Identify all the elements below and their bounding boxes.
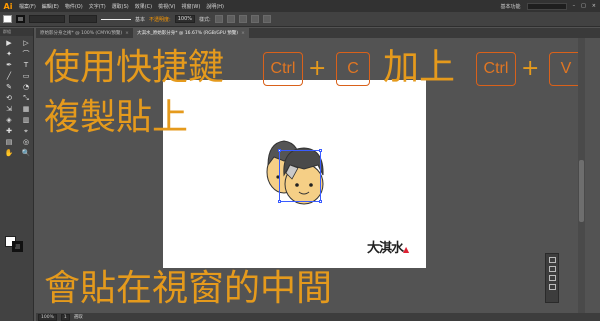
lasso-tool-icon[interactable]: ⌒ — [18, 49, 34, 59]
app-logo: Ai — [3, 1, 13, 11]
watermark-text: 大淇水 — [367, 241, 404, 256]
caption-copy-paste: 複製貼上 — [44, 97, 189, 138]
resize-handle[interactable] — [319, 200, 322, 203]
direct-selection-tool-icon[interactable]: ▷ — [18, 38, 34, 48]
hand-tool-icon[interactable]: ✋ — [1, 148, 17, 158]
menubar-right: 基本功能 – □ × — [501, 0, 596, 12]
caption-paste-center: 會貼在視窗的中間 — [44, 268, 333, 309]
maximize-icon[interactable]: □ — [581, 3, 586, 9]
gradient-tool-icon[interactable]: ✚ — [1, 126, 17, 136]
tab-label: 原始影分身之術* @ 100% (CMYK/預覽) — [40, 31, 123, 36]
panel-icon[interactable] — [548, 275, 556, 281]
transform-icon[interactable] — [250, 15, 259, 23]
opacity-input[interactable]: 100% — [174, 15, 195, 23]
menu-bar: Ai 檔案(F) 編輯(E) 物件(O) 文字(T) 選取(S) 效果(C) 檢… — [0, 0, 600, 12]
panel-icon[interactable] — [548, 266, 556, 272]
illustrator-window: Ai 檔案(F) 編輯(E) 物件(O) 文字(T) 選取(S) 效果(C) 檢… — [0, 0, 600, 321]
free-transform-tool-icon[interactable]: ⇲ — [1, 104, 17, 114]
line-tool-icon[interactable]: ╱ — [1, 71, 17, 81]
resize-handle[interactable] — [319, 149, 322, 152]
menu-select[interactable]: 選取(S) — [109, 3, 132, 10]
rotate-tool-icon[interactable]: ⟲ — [1, 93, 17, 103]
help-search-input[interactable] — [526, 2, 567, 10]
selection-tool-icon[interactable]: ▶ — [1, 38, 17, 48]
style-label: 樣式: — [199, 16, 211, 23]
variable-width-dropdown[interactable] — [69, 15, 97, 23]
key-ctrl-second: Ctrl — [476, 52, 516, 86]
menu-object[interactable]: 物件(O) — [62, 3, 86, 10]
blob-brush-tool-icon[interactable]: ◔ — [18, 82, 34, 92]
minimize-icon[interactable]: – — [573, 3, 576, 9]
tools-panel: 群組 ▶ ▷ ✦ ⌒ ✒ T ╱ ▭ ✎ ◔ ⟲ ⤡ ⇲ ▦ ◈ ▥ ✚ ⌖ ▤… — [0, 28, 34, 321]
panel-icon[interactable] — [548, 284, 556, 290]
watermark-logo: 大淇水▲ — [367, 237, 409, 256]
control-bar: 基本 不透明度: 100% 樣式: — [0, 12, 600, 27]
stroke-color-swatch[interactable] — [12, 241, 23, 252]
graph-tool-icon[interactable]: ▤ — [1, 137, 17, 147]
stroke-swatch[interactable] — [16, 15, 25, 23]
rectangle-tool-icon[interactable]: ▭ — [18, 71, 34, 81]
document-tab-bar: 原始影分身之術* @ 100% (CMYK/預覽) × 大淇水_原始影分身* @… — [36, 28, 600, 38]
mesh-tool-icon[interactable]: ▥ — [18, 115, 34, 125]
stroke-weight-dropdown[interactable] — [29, 15, 65, 23]
scrollbar-thumb[interactable] — [579, 160, 584, 222]
caption-plus-word: 加上 — [383, 47, 456, 88]
zoom-level-field[interactable]: 100% — [38, 313, 57, 321]
magic-wand-tool-icon[interactable]: ✦ — [1, 49, 17, 59]
isolate-icon[interactable] — [262, 15, 271, 23]
status-bar: 100% 1 選取 — [36, 313, 600, 321]
type-tool-icon[interactable]: T — [18, 60, 34, 70]
artboard-navigator[interactable]: 1 — [60, 313, 70, 321]
tab-close-icon[interactable]: × — [125, 31, 129, 36]
document-tab[interactable]: 原始影分身之術* @ 100% (CMYK/預覽) × — [36, 28, 133, 38]
tools-panel-title: 群組 — [0, 28, 33, 36]
symbol-sprayer-tool-icon[interactable]: ◎ — [18, 137, 34, 147]
zoom-tool-icon[interactable]: 🔍 — [18, 148, 34, 158]
pen-tool-icon[interactable]: ✒ — [1, 60, 17, 70]
graphic-style-swatch[interactable] — [214, 15, 223, 23]
menu-edit[interactable]: 編輯(E) — [39, 3, 62, 10]
menu-effect[interactable]: 效果(C) — [132, 3, 155, 10]
eyedropper-tool-icon[interactable]: ⌖ — [18, 126, 34, 136]
watermark-mark-icon: ▲ — [403, 244, 409, 254]
fill-stroke-swatches[interactable] — [5, 236, 27, 252]
caption-shortcut: 使用快捷鍵 — [44, 47, 225, 88]
menu-type[interactable]: 文字(T) — [86, 3, 109, 10]
recolor-artwork-icon[interactable] — [226, 15, 235, 23]
plus-sign-first: + — [308, 56, 327, 81]
document-tab-active[interactable]: 大淇水_原始影分身* @ 16.67% (RGB/GPU 預覽) × — [132, 28, 249, 38]
status-mode-label[interactable]: 選取 — [74, 314, 83, 320]
perspective-grid-tool-icon[interactable]: ◈ — [1, 115, 17, 125]
tab-label: 大淇水_原始影分身* @ 16.67% (RGB/GPU 預覽) — [136, 31, 239, 36]
close-icon[interactable]: × — [592, 3, 596, 9]
menu-file[interactable]: 檔案(F) — [16, 3, 39, 10]
vertical-scrollbar[interactable] — [578, 38, 585, 313]
plus-sign-second: + — [521, 56, 540, 81]
selection-bounding-box[interactable] — [278, 149, 322, 203]
scale-tool-icon[interactable]: ⤡ — [18, 93, 34, 103]
shape-builder-tool-icon[interactable]: ▦ — [18, 104, 34, 114]
workspace-switcher[interactable]: 基本功能 — [501, 3, 521, 10]
pencil-tool-icon[interactable]: ✎ — [1, 82, 17, 92]
opacity-label[interactable]: 不透明度: — [149, 16, 171, 23]
collapsed-panel-dock — [545, 253, 559, 303]
key-c: C — [336, 52, 370, 86]
align-icon[interactable] — [238, 15, 247, 23]
tab-close-icon[interactable]: × — [241, 31, 245, 36]
stroke-preview — [101, 18, 131, 20]
key-ctrl-first: Ctrl — [263, 52, 303, 86]
resize-handle[interactable] — [278, 200, 281, 203]
menu-view[interactable]: 檢視(V) — [155, 3, 178, 10]
tool-grid: ▶ ▷ ✦ ⌒ ✒ T ╱ ▭ ✎ ◔ ⟲ ⤡ ⇲ ▦ ◈ ▥ ✚ ⌖ ▤ ◎ … — [0, 36, 33, 160]
fill-swatch[interactable] — [3, 15, 12, 23]
menu-window[interactable]: 視窗(W) — [178, 3, 203, 10]
menu-help[interactable]: 說明(H) — [203, 3, 227, 10]
brush-definition-label[interactable]: 基本 — [135, 16, 145, 23]
panel-icon[interactable] — [548, 257, 556, 263]
resize-handle[interactable] — [278, 149, 281, 152]
